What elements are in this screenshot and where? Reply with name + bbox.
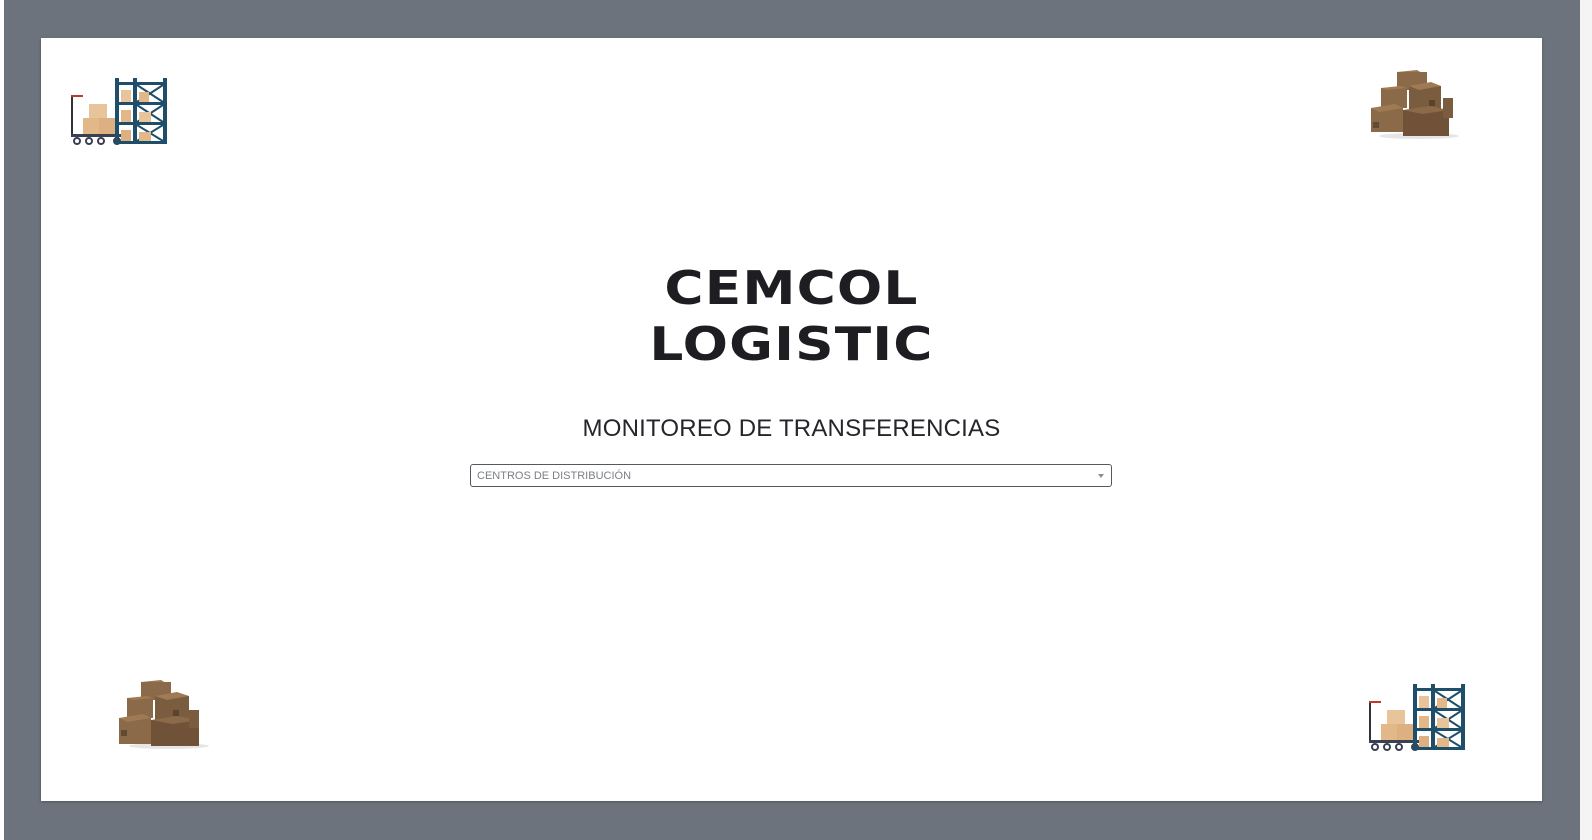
select-value: CENTROS DE DISTRIBUCIÓN	[477, 470, 632, 482]
stacked-boxes-icon	[1367, 68, 1463, 140]
brand-line-1: CEMCOL	[664, 261, 919, 315]
warehouse-shelf-cart-icon	[1367, 684, 1467, 754]
brand-logo: CEMCOL LOGISTIC	[41, 260, 1542, 372]
distribution-center-select[interactable]: CENTROS DE DISTRIBUCIÓN	[470, 464, 1112, 487]
page-title: MONITOREO DE TRANSFERENCIAS	[582, 415, 1001, 442]
brand-line-2: LOGISTIC	[649, 317, 934, 371]
window-right-edge	[1580, 0, 1592, 840]
window-left-edge	[0, 0, 4, 840]
warehouse-shelf-cart-icon	[69, 78, 169, 148]
chevron-down-icon	[1098, 474, 1104, 478]
main-card: CEMCOL LOGISTIC MONITOREO DE TRANSFERENC…	[41, 38, 1542, 801]
stacked-boxes-icon	[117, 678, 213, 750]
